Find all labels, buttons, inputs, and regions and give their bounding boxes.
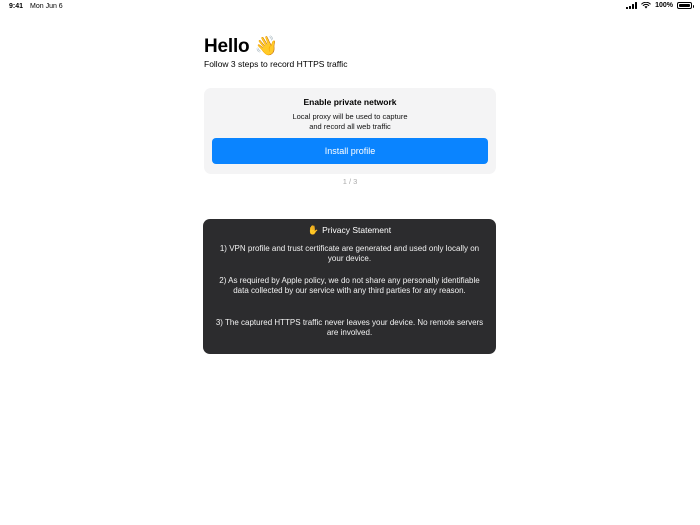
install-profile-button[interactable]: Install profile xyxy=(212,138,488,164)
signal-icon xyxy=(626,2,638,9)
step-description-line-1: Local proxy will be used to capture xyxy=(292,112,408,121)
page-title: Hello 👋 xyxy=(204,34,278,58)
raised-hand-icon: ✋ xyxy=(307,224,320,235)
wave-icon: 👋 xyxy=(254,36,279,57)
step-description-line-2: and record all web traffic xyxy=(309,121,391,131)
app-screen: 9:41 Mon Jun 6 100% Hello 👋 Follow 3 ste… xyxy=(0,0,700,525)
status-right: 100% xyxy=(626,2,694,9)
status-left: 9:41 Mon Jun 6 xyxy=(9,3,63,10)
page-subtitle: Follow 3 steps to record HTTPS traffic xyxy=(204,59,348,69)
privacy-item-3: 3) The captured HTTPS traffic never leav… xyxy=(215,318,484,337)
status-bar: 9:41 Mon Jun 6 100% xyxy=(0,0,700,14)
step-description: Local proxy will be used to capture and … xyxy=(204,112,496,131)
status-date: Mon Jun 6 xyxy=(30,3,63,10)
status-time: 9:41 xyxy=(9,3,24,10)
privacy-statement-card: ✋ Privacy Statement 1) VPN profile and t… xyxy=(203,219,496,354)
page-title-text: Hello xyxy=(204,36,250,57)
privacy-item-1: 1) VPN profile and trust certificate are… xyxy=(219,244,480,263)
step-pager: 1 / 3 xyxy=(342,177,358,186)
privacy-item-2: 2) As required by Apple policy, we do no… xyxy=(219,276,480,295)
step-title: Enable private network xyxy=(303,97,397,107)
step-card: Enable private network Local proxy will … xyxy=(204,88,496,174)
wifi-icon xyxy=(641,2,651,9)
battery-icon xyxy=(677,2,694,9)
privacy-header: ✋ Privacy Statement xyxy=(203,225,496,235)
battery-percent: 100% xyxy=(655,2,673,9)
privacy-title: Privacy Statement xyxy=(322,225,392,235)
